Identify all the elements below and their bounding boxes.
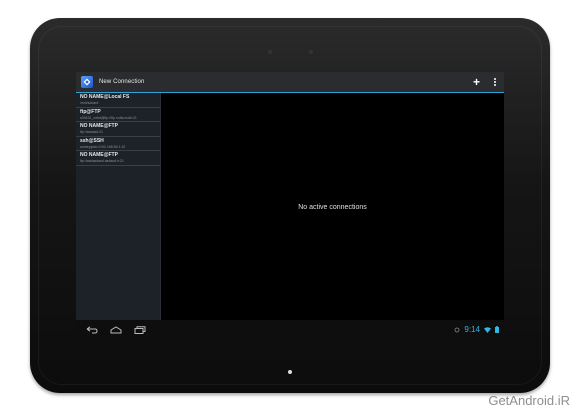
home-icon[interactable] xyxy=(109,325,123,335)
connection-name: NO NAME@Local FS xyxy=(80,94,130,100)
app-logo-icon[interactable] xyxy=(81,76,93,88)
wifi-icon xyxy=(484,326,491,333)
connection-detail: ftp://asdasd:21 xyxy=(80,130,103,134)
connection-detail: andreyjosh://192.168.56.1:22 xyxy=(80,144,126,149)
connection-name: NO NAME@FTP xyxy=(80,123,118,129)
clock: 9:14 xyxy=(464,325,480,334)
connection-detail: ftp://asdasdasd.asdasd.ir:21 xyxy=(80,159,124,163)
connection-item[interactable]: NO NAME@Local FS /mnt/sdcard xyxy=(76,93,160,108)
tablet-screen: New Connection + NO NAME@Local FS /mnt/s… xyxy=(76,72,504,339)
status-area[interactable]: 9:14 xyxy=(454,325,499,334)
battery-icon xyxy=(495,326,499,333)
connection-detail: /mnt/sdcard xyxy=(80,101,99,105)
overflow-menu-icon[interactable] xyxy=(494,78,496,86)
action-bar-title[interactable]: New Connection xyxy=(99,79,144,85)
empty-state-message: No active connections xyxy=(298,204,367,211)
notification-icon xyxy=(454,327,460,333)
connection-detail: s09431_xofst@ftp://ftp.xofst.mobi:21 xyxy=(80,115,137,120)
connection-name: ftp@FTP xyxy=(80,108,101,115)
connection-item[interactable]: ssh@SSH andreyjosh://192.168.56.1:22 xyxy=(76,137,160,151)
connection-name: NO NAME@FTP xyxy=(80,152,118,158)
notification-led xyxy=(288,370,292,374)
action-bar-actions: + xyxy=(473,76,496,88)
back-icon[interactable] xyxy=(85,325,99,335)
system-navigation-bar: 9:14 xyxy=(76,320,504,339)
watermark: GetAndroid.iR xyxy=(488,393,570,408)
connection-name: ssh@SSH xyxy=(80,137,104,144)
add-icon[interactable]: + xyxy=(473,76,480,88)
front-camera xyxy=(309,50,313,54)
connection-item[interactable]: NO NAME@FTP ftp://asdasdasd.asdasd.ir:21 xyxy=(76,151,160,166)
main-panel: No active connections xyxy=(161,93,504,320)
action-bar: New Connection + xyxy=(76,72,504,93)
connection-item[interactable]: ftp@FTP s09431_xofst@ftp://ftp.xofst.mob… xyxy=(76,108,160,122)
connections-sidebar: NO NAME@Local FS /mnt/sdcard ftp@FTP s09… xyxy=(76,93,161,320)
connection-item[interactable]: NO NAME@FTP ftp://asdasd:21 xyxy=(76,122,160,137)
recent-apps-icon[interactable] xyxy=(133,325,147,335)
front-sensor xyxy=(268,50,272,54)
